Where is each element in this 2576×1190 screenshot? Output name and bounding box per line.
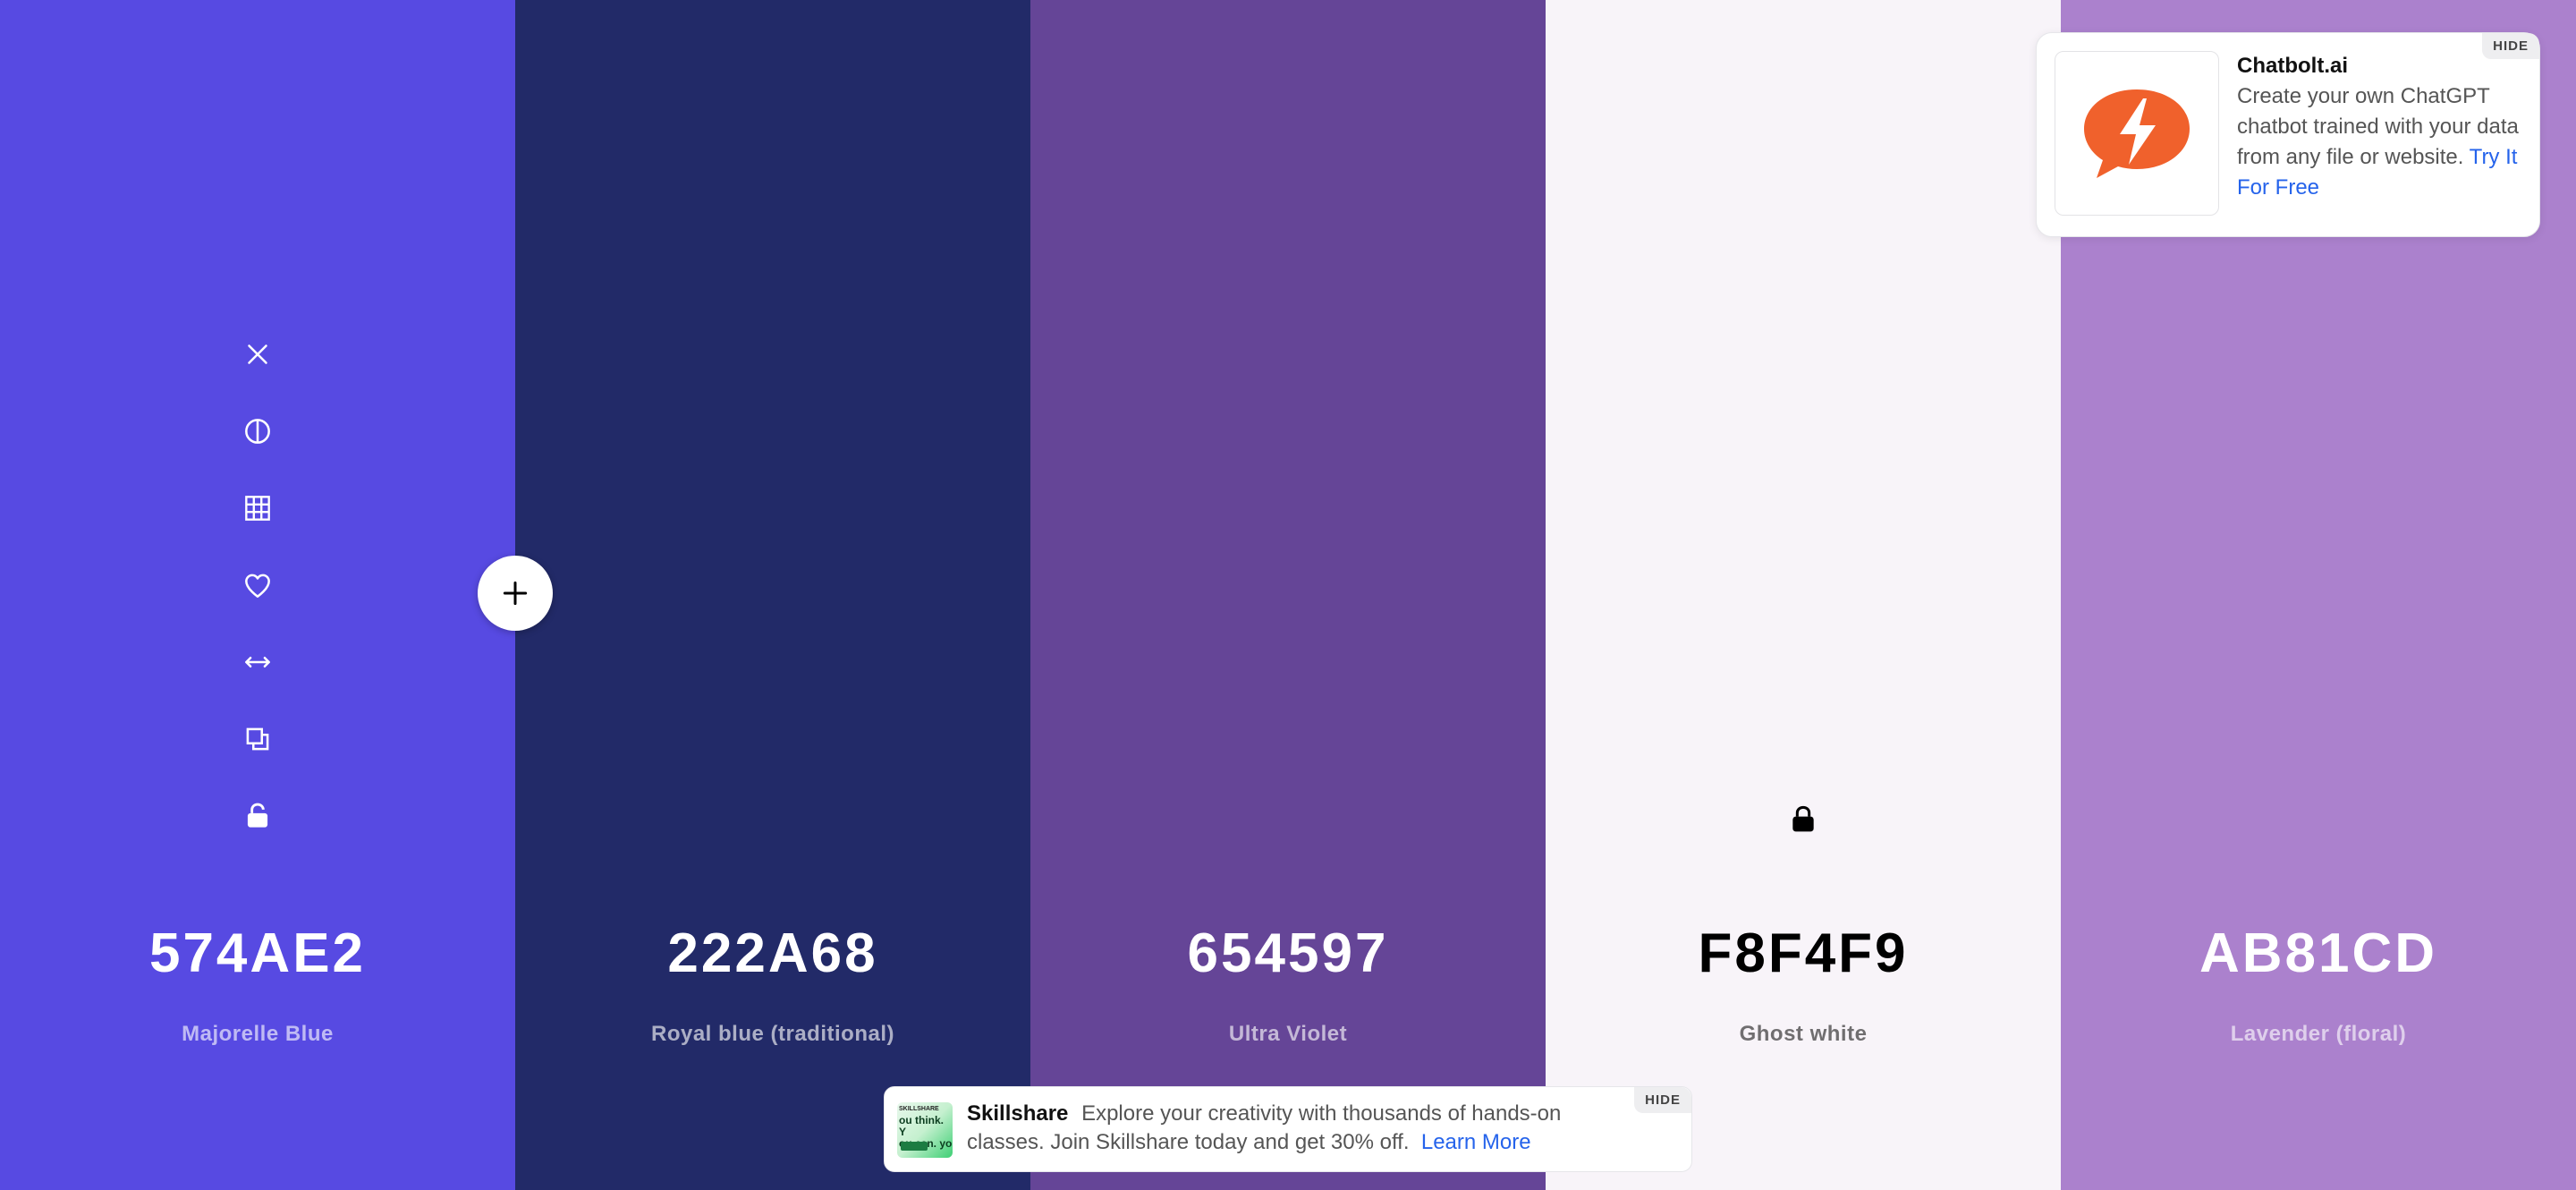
thumb-badge [901,1142,928,1151]
shades-button[interactable] [231,404,284,458]
hide-ad-button[interactable]: HIDE [2482,33,2539,59]
swatch-name: Ultra Violet [1228,1022,1348,1046]
sponsored-ad-card[interactable]: Chatbolt.ai Create your own ChatGPT chat… [2036,32,2540,237]
swatch-name: Ghost white [1739,1022,1868,1046]
plus-icon [503,581,528,606]
ad-title: Skillshare [967,1101,1069,1126]
chatbolt-logo-icon [2084,89,2190,178]
ad-link[interactable]: Learn More [1421,1130,1531,1154]
swatch-hex[interactable]: AB81CD [2061,922,2576,985]
swatch-name: Majorelle Blue [182,1022,334,1046]
drag-button[interactable] [231,635,284,689]
copy-hex-button[interactable] [231,712,284,766]
swatch-4[interactable]: F8F4F9 Ghost white [1546,0,2061,1190]
swatch-name: Lavender (floral) [2230,1022,2407,1046]
remove-color-button[interactable] [231,327,284,381]
swatch-hex[interactable]: F8F4F9 [1546,922,2061,985]
lock-toggle-button[interactable] [1776,793,1830,846]
hide-ad-button[interactable]: HIDE [1634,1087,1691,1113]
copy-icon [246,727,269,751]
unlock-icon [247,803,268,828]
bottom-ad-banner[interactable]: SKILLSHARE ou think. You can. yo Skillsh… [884,1086,1692,1172]
lock-toggle-button[interactable] [231,789,284,843]
thumb-text: SKILLSHARE [899,1106,939,1112]
ad-text: Skillshare Explore your creativity with … [967,1100,1611,1157]
swatch-hex[interactable]: 574AE2 [0,922,515,985]
favorite-button[interactable] [231,558,284,612]
add-color-button[interactable] [478,556,553,631]
swatch-hex[interactable]: 654597 [1030,922,1546,985]
swatch-2[interactable]: 222A68 Royal blue (traditional) [515,0,1030,1190]
contrast-icon [245,419,270,444]
ad-logo[interactable] [2055,51,2219,216]
view-grid-button[interactable] [231,481,284,535]
close-icon [248,344,267,364]
drag-arrows-icon [245,656,270,668]
ad-text: Chatbolt.ai Create your own ChatGPT chat… [2237,51,2529,203]
swatch-name: Royal blue (traditional) [650,1022,894,1046]
ad-thumbnail[interactable]: SKILLSHARE ou think. You can. yo [897,1102,953,1158]
grid-icon [245,496,270,521]
swatch-3[interactable]: 654597 Ultra Violet [1030,0,1546,1190]
heart-icon [245,574,270,598]
swatch-hex[interactable]: 222A68 [515,922,1030,985]
thumb-line: ou think. Y [899,1114,944,1138]
lock-icon [1792,805,1814,832]
